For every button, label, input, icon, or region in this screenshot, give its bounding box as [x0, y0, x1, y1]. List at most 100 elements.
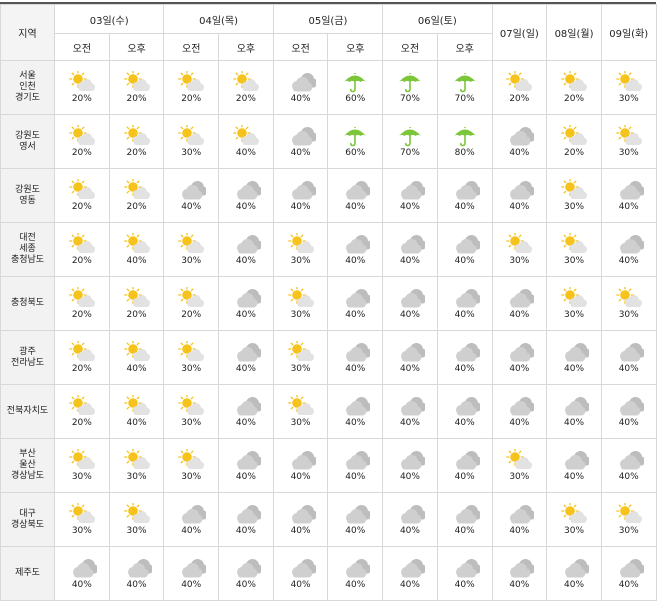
cloud-icon [346, 181, 371, 200]
region-cell: 대전 세종 충청남도 [0, 222, 55, 277]
precip-probability: 40% [235, 202, 256, 212]
day-header: 08일(월) [546, 4, 602, 61]
precip-probability: 40% [235, 256, 256, 266]
forecast-cell: 40% [600, 330, 657, 385]
forecast-cell: 40% [382, 546, 438, 601]
precip-probability: 40% [345, 202, 366, 212]
forecast-cell: 40% [163, 546, 220, 601]
region-label: 광주 [19, 346, 36, 357]
precip-probability: 20% [71, 418, 92, 428]
forecast-cell: 40% [163, 492, 220, 547]
precip-probability: 40% [235, 310, 256, 320]
forecast-cell: 20% [108, 114, 165, 169]
region-label: 부산 [19, 449, 36, 459]
sun-cloud-icon [123, 395, 150, 415]
precip-probability: 30% [618, 526, 639, 536]
precip-probability: 40% [454, 310, 475, 320]
precip-probability: 40% [618, 202, 639, 212]
sun-cloud-icon [123, 503, 150, 523]
forecast-cell: 20% [163, 276, 220, 331]
forecast-cell: 40% [218, 384, 274, 439]
forecast-cell: 40% [54, 546, 110, 601]
precip-probability: 60% [345, 148, 366, 158]
precip-probability: 20% [181, 310, 202, 320]
cloud-icon [400, 559, 425, 578]
precip-probability: 40% [345, 526, 366, 536]
sun-cloud-icon [123, 233, 150, 253]
sun-cloud-icon [68, 125, 95, 145]
precip-probability: 30% [126, 472, 147, 482]
cloud-icon [455, 181, 480, 200]
day-header: 07일(일) [491, 4, 548, 61]
forecast-cell: 70% [436, 60, 493, 115]
precip-probability: 30% [290, 310, 311, 320]
region-label: 영동 [19, 195, 36, 206]
forecast-cell: 40% [382, 438, 438, 493]
forecast-cell: 20% [54, 114, 110, 169]
pm-header: 오후 [218, 33, 274, 61]
precip-probability: 40% [564, 364, 585, 374]
precip-probability: 40% [290, 526, 311, 536]
sun-cloud-icon [233, 125, 259, 145]
cloud-icon [510, 127, 535, 146]
cloud-icon [400, 397, 425, 416]
precip-probability: 40% [71, 580, 92, 590]
precip-probability: 40% [345, 310, 366, 320]
forecast-cell: 40% [600, 438, 657, 493]
sun-cloud-icon [68, 449, 95, 469]
day-header: 06일(토) [382, 4, 493, 34]
cloud-icon [455, 235, 480, 254]
cloud-icon [182, 559, 207, 578]
precip-probability: 40% [454, 202, 475, 212]
forecast-cell: 30% [600, 276, 657, 331]
table-header: 지역 03일(수) 04일(목) 05일(금) 06일(토) 07일(일) 08일(월) 0… [0, 4, 657, 61]
forecast-cell: 40% [436, 546, 493, 601]
cloud-icon [291, 559, 316, 578]
pm-header: 오후 [436, 33, 493, 61]
region-label: 경기도 [15, 93, 40, 103]
cloud-icon [236, 181, 261, 200]
precip-probability: 20% [235, 94, 256, 104]
forecast-cell: 30% [546, 492, 602, 547]
region-label: 강원도 [15, 184, 40, 195]
table-row: 제주도 40% 40% 40% 40% 40% 40% 40% 40% 40% 40% 40% [0, 546, 657, 601]
precip-probability: 20% [126, 202, 147, 212]
sun-cloud-icon [123, 125, 150, 145]
precip-probability: 40% [509, 148, 530, 158]
table-row: 서울 인천 경기도 20% 20% 20% 20% 40% 60% 70% 70% 20% 20% 30% [0, 60, 657, 115]
region-cell: 전북자치도 [0, 384, 55, 439]
table-body: 서울 인천 경기도 20% 20% 20% 20% 40% 60% 70% 70% 20% 20% 30%… [0, 60, 657, 601]
forecast-cell: 40% [218, 546, 274, 601]
forecast-cell: 70% [382, 114, 438, 169]
precip-probability: 40% [399, 364, 420, 374]
precip-probability: 40% [618, 580, 639, 590]
precip-probability: 30% [618, 310, 639, 320]
forecast-cell: 20% [54, 222, 110, 277]
precip-probability: 40% [345, 418, 366, 428]
cloud-icon [619, 181, 644, 200]
precip-probability: 40% [235, 526, 256, 536]
am-header: 오전 [272, 33, 329, 61]
forecast-cell: 30% [108, 492, 165, 547]
cloud-icon [236, 289, 261, 308]
precip-probability: 70% [399, 94, 420, 104]
precip-probability: 40% [345, 580, 366, 590]
forecast-cell: 20% [54, 276, 110, 331]
precip-probability: 40% [564, 580, 585, 590]
forecast-cell: 40% [491, 168, 548, 223]
precip-probability: 40% [618, 256, 639, 266]
precip-probability: 40% [290, 472, 311, 482]
umbrella-icon [453, 73, 476, 93]
am-header: 오전 [382, 33, 438, 61]
precip-probability: 40% [509, 418, 530, 428]
cloud-icon [346, 397, 371, 416]
forecast-cell: 40% [491, 546, 548, 601]
precip-probability: 30% [181, 418, 202, 428]
cloud-icon [346, 451, 371, 470]
cloud-icon [455, 289, 480, 308]
forecast-cell: 20% [54, 330, 110, 385]
precip-probability: 20% [71, 94, 92, 104]
precip-probability: 30% [71, 526, 92, 536]
cloud-icon [236, 235, 261, 254]
region-label: 울산 [19, 460, 36, 470]
